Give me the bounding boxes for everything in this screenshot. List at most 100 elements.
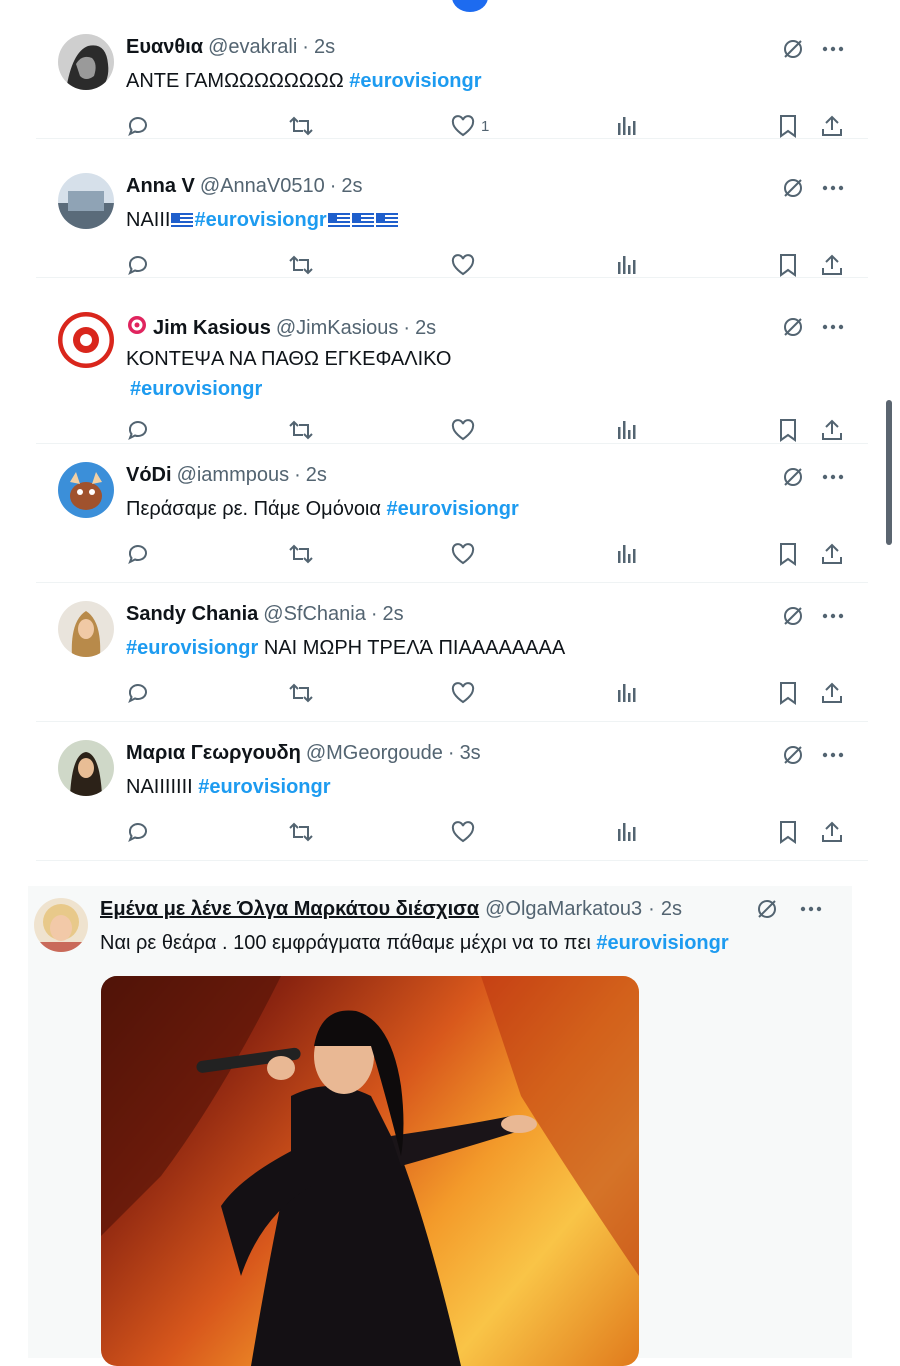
tweet[interactable]: Ευανθια @evakrali · 2s ΑΝΤΕ ΓΑΜΩΩΩΩΩΩΩΩ … (36, 0, 868, 139)
bookmark-icon[interactable] (778, 251, 798, 279)
avatar[interactable] (58, 312, 114, 368)
hashtag-link[interactable]: #eurovisiongr (387, 498, 519, 520)
author-name[interactable]: Εμένα με λένε Όλγα Μαρκάτου διέσχισα (100, 898, 479, 921)
grok-icon[interactable] (756, 898, 778, 920)
author-handle[interactable]: @AnnaV0510 (200, 175, 325, 198)
timestamp[interactable]: 2s (314, 36, 335, 59)
reply-icon[interactable] (126, 112, 150, 140)
hashtag-link[interactable]: #eurovisiongr (349, 70, 481, 92)
share-icon[interactable] (820, 112, 844, 140)
more-icon[interactable] (800, 906, 822, 912)
avatar[interactable] (58, 462, 114, 518)
share-icon[interactable] (820, 416, 844, 444)
tweet[interactable]: Jim Kasious @JimKasious · 2s ΚΟΝΤΕΨΑ ΝΑ … (36, 278, 868, 444)
share-icon[interactable] (820, 679, 844, 707)
author-handle[interactable]: @evakrali (208, 36, 297, 59)
grok-icon[interactable] (782, 744, 804, 766)
timestamp[interactable]: 2s (383, 603, 404, 626)
timestamp[interactable]: 2s (306, 464, 327, 487)
avatar[interactable] (58, 740, 114, 796)
more-icon[interactable] (822, 324, 844, 330)
bookmark-icon[interactable] (778, 540, 798, 568)
avatar[interactable] (58, 601, 114, 657)
share-icon[interactable] (820, 818, 844, 846)
reply-icon[interactable] (126, 818, 150, 846)
grok-icon[interactable] (782, 605, 804, 627)
retweet-icon[interactable] (288, 679, 314, 707)
views-icon[interactable] (616, 818, 636, 846)
timestamp[interactable]: 2s (341, 175, 362, 198)
hashtag-link[interactable]: #eurovisiongr (194, 209, 326, 231)
author-handle[interactable]: @OlgaMarkatou3 (485, 898, 642, 921)
more-icon[interactable] (822, 613, 844, 619)
timestamp[interactable]: 3s (460, 742, 481, 765)
hashtag-link[interactable]: #eurovisiongr (126, 637, 258, 659)
retweet-icon[interactable] (288, 112, 314, 140)
tweet[interactable]: Μαρια Γεωργουδη @MGeorgoude · 3s ΝΑΙΙΙΙΙ… (36, 722, 868, 861)
timestamp[interactable]: 2s (661, 898, 682, 921)
grok-icon[interactable] (782, 38, 804, 60)
tweet[interactable]: Anna V @AnnaV0510 · 2s ΝΑΙΙΙ #eurovisiong… (36, 139, 868, 278)
like-icon[interactable] (451, 540, 475, 568)
reply-icon[interactable] (126, 251, 150, 279)
like-icon[interactable] (451, 679, 475, 707)
views-icon[interactable] (616, 679, 636, 707)
views-icon[interactable] (616, 112, 636, 140)
separator: · (370, 603, 378, 625)
tweet-text-body: ΝΑΙΙΙ (126, 209, 171, 231)
author-handle[interactable]: @iammpous (177, 464, 290, 487)
like-icon[interactable] (451, 416, 475, 444)
separator: · (329, 175, 337, 197)
share-icon[interactable] (820, 540, 844, 568)
retweet-icon[interactable] (288, 540, 314, 568)
hashtag-link[interactable]: #eurovisiongr (130, 378, 262, 400)
like-icon[interactable]: 1 (451, 112, 489, 140)
more-icon[interactable] (822, 752, 844, 758)
reply-icon[interactable] (126, 540, 150, 568)
avatar[interactable] (58, 34, 114, 90)
like-icon[interactable] (451, 251, 475, 279)
views-icon[interactable] (616, 416, 636, 444)
more-icon[interactable] (822, 185, 844, 191)
author-handle[interactable]: @SfChania (263, 603, 366, 626)
bookmark-icon[interactable] (778, 416, 798, 444)
timestamp[interactable]: 2s (415, 317, 436, 340)
tweet[interactable]: Sandy Chania @SfChania · 2s #eurovisiong… (36, 583, 868, 722)
author-handle[interactable]: @MGeorgoude (306, 742, 443, 765)
retweet-icon[interactable] (288, 818, 314, 846)
hashtag-link[interactable]: #eurovisiongr (198, 776, 330, 798)
grok-icon[interactable] (782, 177, 804, 199)
bookmark-icon[interactable] (778, 112, 798, 140)
more-icon[interactable] (822, 474, 844, 480)
author-name[interactable]: Jim Kasious (153, 317, 271, 340)
avatar[interactable] (58, 173, 114, 229)
hashtag-link[interactable]: #eurovisiongr (596, 932, 728, 954)
retweet-icon[interactable] (288, 251, 314, 279)
scrollbar[interactable] (886, 400, 892, 545)
author-name[interactable]: Μαρια Γεωργουδη (126, 742, 301, 765)
author-name[interactable]: Anna V (126, 175, 195, 198)
grok-icon[interactable] (782, 316, 804, 338)
author-name[interactable]: Ευανθια (126, 36, 203, 59)
reply-icon[interactable] (126, 416, 150, 444)
views-icon[interactable] (616, 251, 636, 279)
tweet[interactable]: VόDi @iammpous · 2s Περάσαμε ρε. Πάμε Ομ… (36, 444, 868, 583)
greek-flag-icon (327, 212, 350, 229)
avatar[interactable] (34, 898, 88, 952)
tweet-with-media[interactable]: Εμένα με λένε Όλγα Μαρκάτου διέσχισα @Ol… (28, 886, 852, 1366)
reply-icon[interactable] (126, 679, 150, 707)
share-icon[interactable] (820, 251, 844, 279)
more-icon[interactable] (822, 46, 844, 52)
bookmark-icon[interactable] (778, 679, 798, 707)
bookmark-icon[interactable] (778, 818, 798, 846)
author-name[interactable]: VόDi (126, 464, 172, 487)
views-icon[interactable] (616, 540, 636, 568)
target-emoji-icon (126, 314, 148, 342)
retweet-icon[interactable] (288, 416, 314, 444)
tweet-text-body: ΚΟΝΤΕΨΑ ΝΑ ΠΑΘΩ ΕΓΚΕΦΑΛΙΚΟ (126, 348, 452, 370)
author-handle[interactable]: @JimKasious (276, 317, 399, 340)
grok-icon[interactable] (782, 466, 804, 488)
author-name[interactable]: Sandy Chania (126, 603, 258, 626)
tweet-photo[interactable] (101, 976, 639, 1366)
like-icon[interactable] (451, 818, 475, 846)
